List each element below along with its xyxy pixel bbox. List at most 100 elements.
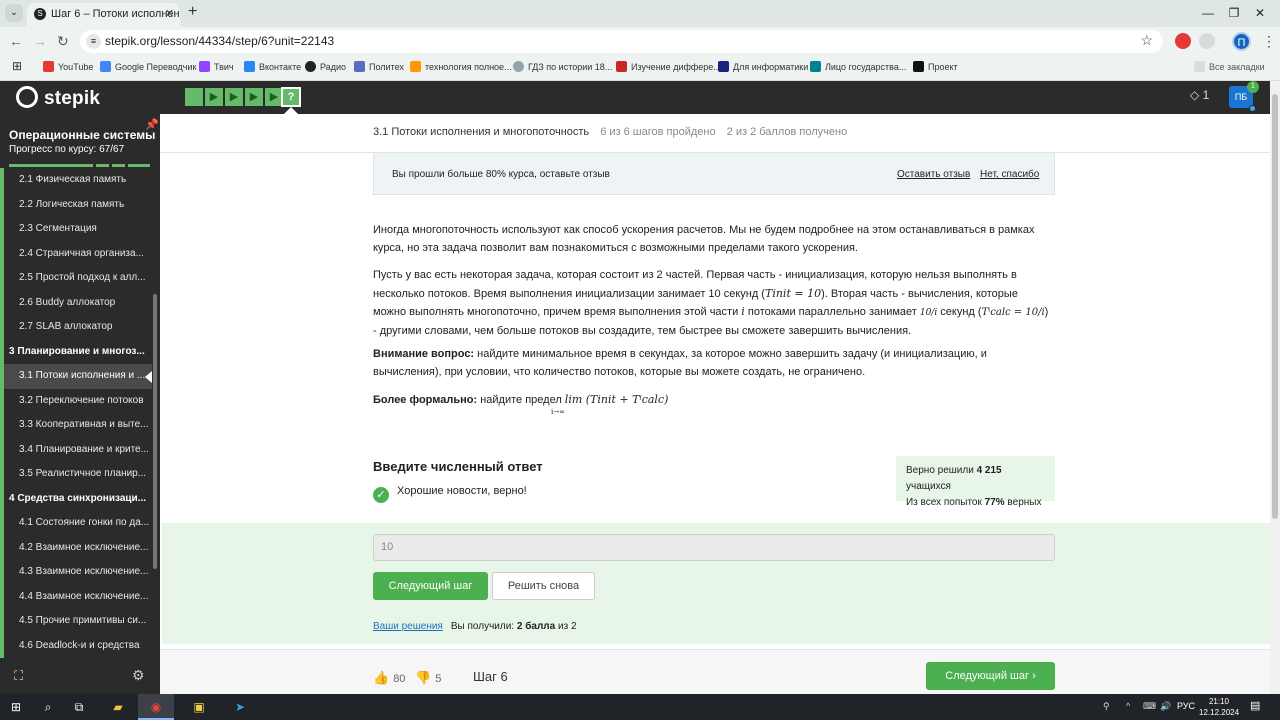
toc-item[interactable]: 2.6 Buddy аллокатор xyxy=(4,291,152,316)
forward-icon[interactable]: → xyxy=(33,33,47,49)
next-step-button[interactable]: Следующий шаг xyxy=(373,572,488,600)
your-solutions-link[interactable]: Ваши решения xyxy=(373,621,443,632)
informatics-icon xyxy=(718,61,729,72)
volume-icon[interactable]: 🔊 xyxy=(1160,701,1171,712)
people-icon[interactable]: ⚲ xyxy=(1103,701,1110,712)
chrome-icon[interactable]: ◉ xyxy=(138,694,174,720)
bookmark-twitch[interactable]: Твич xyxy=(199,61,234,72)
dislike-button[interactable]: 👎 5 xyxy=(415,670,441,686)
app-icon[interactable]: ▣ xyxy=(179,694,219,720)
toc-item[interactable]: 4.6 Deadlock-и и средства xyxy=(4,634,152,659)
toc-section[interactable]: 3 Планирование и многоз... xyxy=(4,340,152,365)
clock[interactable]: 21:10 12.12.2024 xyxy=(1199,696,1239,718)
bookmark-translate[interactable]: Google Переводчик xyxy=(100,61,196,72)
toc-item[interactable]: 3.1 Потоки исполнения и ... xyxy=(4,364,152,389)
toc-item[interactable]: 3.3 Кооперативная и выте... xyxy=(4,413,152,438)
scroll-thumb[interactable] xyxy=(1272,94,1278,519)
search-icon[interactable]: ⌕ xyxy=(34,694,62,720)
browser-menu-icon[interactable]: ⋮ xyxy=(1262,33,1276,50)
bookmark-star-icon[interactable]: ☆ xyxy=(1140,32,1153,49)
extension-puzzle-icon[interactable] xyxy=(1199,33,1215,49)
bookmark-polytech[interactable]: Политех xyxy=(354,61,404,72)
toc-item[interactable]: 3.5 Реалистичное планир... xyxy=(4,462,152,487)
toc-item[interactable]: 2.4 Страничная организа... xyxy=(4,242,152,267)
language-indicator[interactable]: РУС xyxy=(1177,701,1195,711)
address-toolbar: ← → ↻ ≡ stepik.org/lesson/44334/step/6?u… xyxy=(0,27,1280,56)
file-explorer-icon[interactable]: ▰ xyxy=(101,694,135,720)
numeric-answer-input[interactable]: 10 xyxy=(373,534,1055,561)
settings-gear-icon[interactable]: ⚙ xyxy=(132,667,145,684)
reload-icon[interactable]: ↻ xyxy=(57,33,69,50)
page-scrollbar[interactable] xyxy=(1270,81,1280,694)
task-view-icon[interactable]: ⧉ xyxy=(64,694,94,720)
toc-item[interactable]: 2.5 Простой подход к алл... xyxy=(4,266,152,291)
site-info-icon[interactable]: ≡ xyxy=(86,34,101,49)
omnibox[interactable]: ≡ stepik.org/lesson/44334/step/6?unit=22… xyxy=(80,30,1163,53)
footer-next-step-button[interactable]: Следующий шаг › xyxy=(926,662,1055,690)
close-window-icon[interactable]: ✕ xyxy=(1240,0,1280,27)
apps-grid-icon[interactable]: ⊞ xyxy=(12,59,22,73)
toc-item[interactable]: 4.4 Взаимное исключение... xyxy=(4,585,152,610)
url-text[interactable]: stepik.org/lesson/44334/step/6?unit=2214… xyxy=(105,34,334,48)
bookmark-project[interactable]: Проект xyxy=(913,61,958,72)
stepik-logo[interactable]: stepik xyxy=(16,86,100,110)
bookmark-tech[interactable]: технология полное... xyxy=(410,61,512,72)
notification-badge: 1 xyxy=(1247,81,1259,93)
fullscreen-icon[interactable]: ⛶ xyxy=(14,668,23,684)
toc-item[interactable]: 3.4 Планирование и крите... xyxy=(4,438,152,463)
course-title[interactable]: Операционные системы xyxy=(9,128,155,142)
project-icon xyxy=(913,61,924,72)
solve-again-button[interactable]: Решить снова xyxy=(492,572,595,600)
step-6-quiz-icon[interactable]: ? xyxy=(281,87,301,107)
toc-item[interactable]: 3.2 Переключение потоков xyxy=(4,389,152,414)
step-1-square[interactable] xyxy=(185,88,203,106)
bookmark-gov[interactable]: Лицо государства... xyxy=(810,61,906,72)
toc-section[interactable]: 4 Средства синхронизаци... xyxy=(4,487,152,512)
reputation-counter[interactable]: ◇ 1 xyxy=(1190,88,1209,102)
bookmark-vk[interactable]: Вконтакте xyxy=(244,61,301,72)
browser-tab-strip: ⌄ S Шаг 6 – Потоки исполнения ✕ + — ❐ ✕ xyxy=(0,0,1280,27)
user-avatar[interactable]: ПБ 1 xyxy=(1229,81,1259,112)
bookmark-diff[interactable]: Изучение диффере... xyxy=(616,61,721,72)
extension-red-icon[interactable] xyxy=(1175,33,1191,49)
bookmark-youtube[interactable]: YouTube xyxy=(43,61,93,72)
bookmark-informatics[interactable]: Для информатики xyxy=(718,61,808,72)
tray-chevron-icon[interactable]: ^ xyxy=(1126,701,1130,711)
bookmark-radio[interactable]: Радио xyxy=(305,61,346,72)
leave-review-link[interactable]: Оставить отзыв xyxy=(897,169,970,180)
vk-icon xyxy=(244,61,255,72)
toc-item[interactable]: 4.2 Взаимное исключение... xyxy=(4,536,152,561)
step-content: 3.1 Потоки исполнения и многопоточность … xyxy=(160,114,1270,694)
toc-item[interactable]: 2.3 Сегментация xyxy=(4,217,152,242)
course-progress: Прогресс по курсу: 67/67 xyxy=(9,144,125,155)
network-icon[interactable]: ⌨ xyxy=(1143,701,1156,712)
thumbs-down-icon: 👎 xyxy=(415,670,432,685)
telegram-icon[interactable]: ➤ xyxy=(220,694,260,720)
no-thanks-link[interactable]: Нет, спасибо xyxy=(980,169,1039,180)
windows-start-icon[interactable]: ⊞ xyxy=(0,694,32,720)
step-2-play-icon[interactable]: ▶ xyxy=(205,88,223,106)
step-4-play-icon[interactable]: ▶ xyxy=(245,88,263,106)
browser-tab[interactable]: S Шаг 6 – Потоки исполнения ✕ xyxy=(27,3,180,27)
sidebar-scrollbar[interactable] xyxy=(153,294,157,569)
bookmark-gdz[interactable]: ГДЗ по истории 18... xyxy=(513,61,612,72)
like-button[interactable]: 👍 80 xyxy=(373,670,405,686)
toc-item[interactable]: 4.5 Прочие примитивы си... xyxy=(4,609,152,634)
math-tcalc: Tⁱcalc = 10/i xyxy=(981,307,1045,318)
tab-search-icon[interactable]: ⌄ xyxy=(5,4,23,22)
lesson-header: 3.1 Потоки исполнения и многопоточность … xyxy=(373,126,847,138)
step-3-play-icon[interactable]: ▶ xyxy=(225,88,243,106)
notifications-icon[interactable]: ▤ xyxy=(1250,699,1260,712)
back-icon[interactable]: ← xyxy=(9,33,23,49)
all-bookmarks[interactable]: Все закладки xyxy=(1194,61,1265,72)
profile-avatar[interactable]: П xyxy=(1232,32,1251,51)
new-tab-icon[interactable]: + xyxy=(188,3,197,21)
lesson-title[interactable]: 3.1 Потоки исполнения и многопоточность xyxy=(373,126,589,138)
toc-item[interactable]: 4.1 Состояние гонки по да... xyxy=(4,511,152,536)
tab-close-icon[interactable]: ✕ xyxy=(165,3,174,25)
toc-item[interactable]: 4.3 Взаимное исключение... xyxy=(4,560,152,585)
toc-item[interactable]: 2.2 Логическая память xyxy=(4,193,152,218)
toc-item[interactable]: 2.1 Физическая память xyxy=(4,168,152,193)
answer-heading: Введите численный ответ xyxy=(373,459,543,474)
toc-item[interactable]: 2.7 SLAB аллокатор xyxy=(4,315,152,340)
